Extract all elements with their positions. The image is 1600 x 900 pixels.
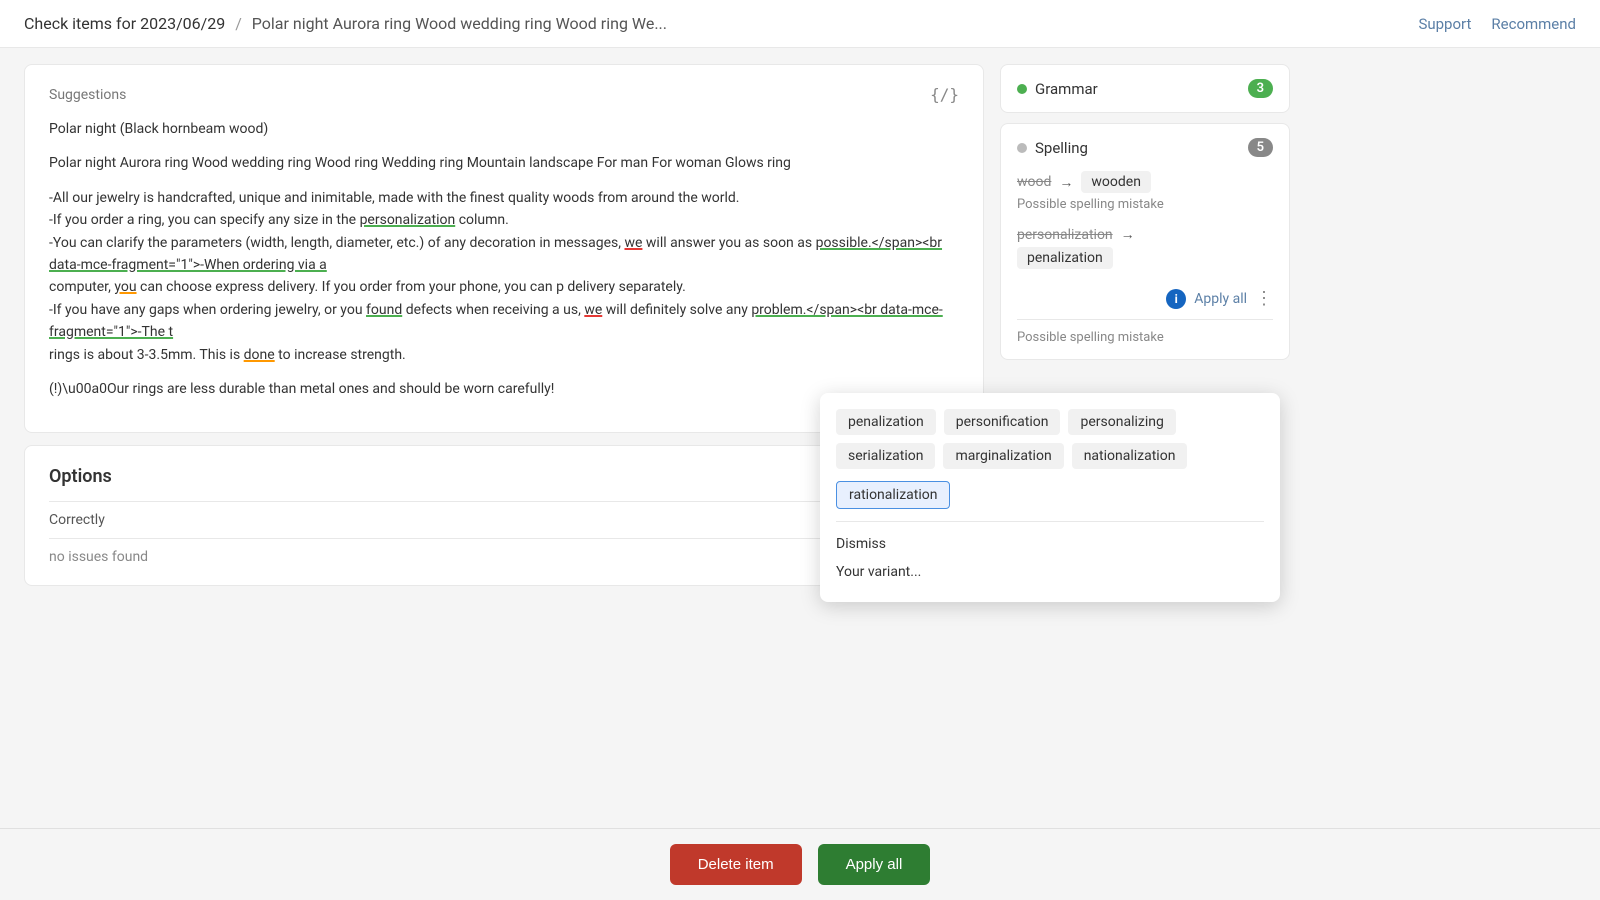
breadcrumb-item: Polar night Aurora ring Wood wedding rin…	[252, 14, 667, 33]
grammar-left: Grammar	[1017, 80, 1098, 98]
correction-personalization: personalization → penalization	[1017, 226, 1273, 266]
chip-serialization[interactable]: serialization	[836, 443, 935, 469]
info-icon: i	[1166, 289, 1186, 309]
word-replacement-1: wooden	[1081, 171, 1151, 193]
correction-row-1: wood → wooden	[1017, 171, 1273, 193]
dismiss-option[interactable]: Dismiss	[836, 530, 1264, 558]
spelling-dot	[1017, 143, 1027, 153]
dropdown-divider	[836, 521, 1264, 522]
breadcrumb-separator: /	[235, 14, 242, 33]
word-found: found	[366, 302, 402, 318]
arrow-icon-1: →	[1059, 174, 1073, 191]
word-we2: we	[584, 302, 602, 318]
grammar-dot	[1017, 84, 1027, 94]
more-icon[interactable]: ⋮	[1255, 288, 1273, 309]
bottom-bar: Delete item Apply all	[0, 828, 1600, 900]
suggestions-title: Suggestions	[49, 87, 126, 103]
recommend-link[interactable]: Recommend	[1491, 15, 1576, 33]
word-we: we	[624, 235, 642, 251]
spelling-dropdown: penalization personification personalizi…	[820, 393, 1280, 602]
word-done: done	[244, 347, 275, 363]
code-icon: {/}	[930, 85, 959, 104]
suggestions-card: Suggestions {/} Polar night (Black hornb…	[24, 64, 984, 433]
variant-option[interactable]: Your variant...	[836, 558, 1264, 586]
suggestions-header: Suggestions {/}	[49, 85, 959, 104]
correction-note-1: Possible spelling mistake	[1017, 197, 1273, 212]
support-link[interactable]: Support	[1418, 15, 1471, 33]
correction-note-2: Possible spelling mistake	[1017, 330, 1273, 345]
correction-row-2: personalization →	[1017, 226, 1273, 243]
suggestion-chips-row-2: rationalization	[836, 481, 1264, 509]
main-layout: Suggestions {/} Polar night (Black hornb…	[0, 48, 1600, 888]
spelling-header: Spelling 5	[1017, 138, 1273, 157]
suggestion-chips-row: penalization personification personalizi…	[836, 409, 1264, 469]
breadcrumb-check: Check items for 2023/06/29	[24, 14, 225, 33]
suggestion-para-2: Polar night Aurora ring Wood wedding rin…	[49, 152, 959, 174]
arrow-icon-2: →	[1121, 226, 1135, 243]
spelling-badge: 5	[1248, 138, 1273, 157]
apply-all-row: i Apply all ⋮	[1017, 280, 1273, 309]
word-you: you	[114, 279, 136, 295]
spelling-label: Spelling	[1035, 139, 1088, 157]
chip-personalizing[interactable]: personalizing	[1068, 409, 1175, 435]
grammar-badge: 3	[1248, 79, 1273, 98]
chip-personification[interactable]: personification	[944, 409, 1061, 435]
word-problem: problem.</span><br data-mce-fragment="1"…	[49, 302, 943, 340]
word-original-2: personalization	[1017, 227, 1113, 243]
apply-all-link[interactable]: Apply all	[1194, 291, 1247, 307]
chip-marginalization[interactable]: marginalization	[943, 443, 1063, 469]
word-replacement-2: penalization	[1017, 247, 1113, 269]
delete-button[interactable]: Delete item	[670, 844, 802, 885]
spelling-card: Spelling 5 wood → wooden Possible spelli…	[1000, 123, 1290, 360]
spelling-left: Spelling	[1017, 139, 1088, 157]
chip-nationalization[interactable]: nationalization	[1072, 443, 1188, 469]
page-title: Check items for 2023/06/29 / Polar night…	[24, 14, 667, 33]
apply-all-button[interactable]: Apply all	[818, 844, 931, 885]
header: Check items for 2023/06/29 / Polar night…	[0, 0, 1600, 48]
header-actions: Support Recommend	[1418, 15, 1576, 33]
suggestion-para-1: Polar night (Black hornbeam wood)	[49, 118, 959, 140]
word-possible: possible.</span><br data-mce-fragment="1…	[49, 235, 942, 273]
chip-rationalization[interactable]: rationalization	[836, 481, 950, 509]
grammar-card: Grammar 3	[1000, 64, 1290, 113]
chip-penalization[interactable]: penalization	[836, 409, 936, 435]
word-original-1: wood	[1017, 174, 1051, 190]
grammar-label: Grammar	[1035, 80, 1098, 98]
word-personalization: personalization	[360, 212, 456, 228]
suggestion-para-3: -All our jewelry is handcrafted, unique …	[49, 187, 959, 366]
correction-wood: wood → wooden Possible spelling mistake	[1017, 171, 1273, 212]
suggestions-body: Polar night (Black hornbeam wood) Polar …	[49, 118, 959, 400]
